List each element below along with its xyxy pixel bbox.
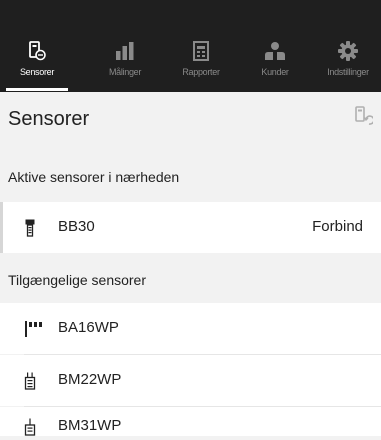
sensor-row-bm31wp[interactable]: BM31WP (0, 407, 381, 436)
tab-rapporter[interactable]: Rapporter (172, 40, 230, 88)
bar-chart-icon (113, 40, 137, 62)
battery-sensor-icon (24, 219, 38, 237)
tab-label: Rapporter (182, 67, 220, 77)
sensor-row-bb30[interactable]: BB30 Forbind (0, 202, 381, 253)
sensor-name: BB30 (58, 218, 95, 235)
section-available: Tilgængelige sensorer (0, 253, 381, 303)
section-active-nearby: Aktive sensorer i nærheden (0, 152, 381, 198)
sensor-name: BA16WP (58, 319, 119, 336)
connect-button[interactable]: Forbind (312, 218, 363, 235)
sensor-row-bm22wp[interactable]: BM22WP (0, 355, 381, 406)
report-icon (189, 40, 213, 62)
probe-sensor-icon (24, 320, 44, 338)
pin-sensor-icon (24, 372, 38, 390)
section-heading: Aktive sensorer i nærheden (8, 169, 180, 185)
tab-label: Indstillinger (327, 67, 369, 77)
tab-sensorer[interactable]: Sensorer (6, 40, 68, 88)
section-heading: Tilgængelige sensorer (8, 272, 146, 288)
gear-icon (336, 40, 360, 62)
tab-label: Målinger (108, 67, 142, 77)
tab-indstillinger[interactable]: Indstillinger (318, 40, 378, 88)
active-tab-indicator (6, 88, 68, 91)
customers-icon (263, 40, 287, 62)
sensor-row-ba16wp[interactable]: BA16WP (0, 303, 381, 354)
tab-malinger[interactable]: Målinger (100, 40, 150, 88)
tab-label: Sensorer (19, 67, 55, 77)
sensor-name: BM22WP (58, 371, 122, 388)
sensor-device-icon (25, 40, 49, 62)
sensor-refresh-icon[interactable] (355, 106, 375, 126)
antenna-sensor-icon (24, 418, 38, 436)
page-title: Sensorer (8, 108, 90, 130)
tab-kunder[interactable]: Kunder (253, 40, 297, 88)
tab-label: Kunder (261, 67, 289, 77)
sensor-name: BM31WP (58, 417, 122, 434)
